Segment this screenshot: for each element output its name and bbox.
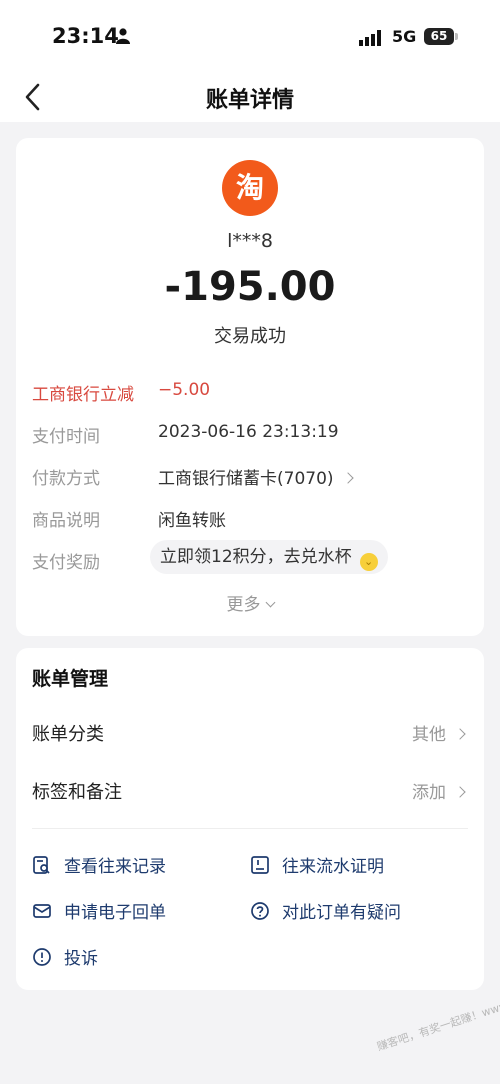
payment-method-value[interactable]: 工商银行储蓄卡(7070)	[158, 464, 354, 489]
tags-row[interactable]: 标签和备注 添加	[32, 778, 468, 810]
category-text: 其他	[412, 725, 446, 745]
amount: -195.00	[164, 264, 336, 310]
e-receipt-label: 申请电子回单	[64, 903, 166, 923]
discount-value: −5.00	[158, 380, 211, 400]
product-desc-value: 闲鱼转账	[158, 511, 226, 531]
order-question-label: 对此订单有疑问	[282, 903, 401, 923]
payment-method-text: 工商银行储蓄卡(7070)	[158, 469, 334, 489]
tags-value[interactable]: 添加	[412, 778, 466, 803]
chevron-right-icon	[454, 786, 466, 798]
taobao-logo-icon: 淘	[222, 160, 278, 216]
reward-button[interactable]: 立即领12积分，去兑水杯 ⌄	[150, 540, 388, 574]
chevron-right-icon	[341, 472, 354, 484]
more-button[interactable]: 更多	[16, 590, 484, 615]
reward-row: 支付奖励 立即领12积分，去兑水杯 ⌄	[32, 540, 468, 578]
category-label: 账单分类	[32, 724, 104, 745]
merchant-name: l***8	[227, 230, 273, 252]
category-row[interactable]: 账单分类 其他	[32, 720, 468, 752]
section-title: 账单管理	[32, 668, 109, 690]
reward-text: 立即领12积分，去兑水杯	[160, 547, 352, 567]
person-icon	[116, 28, 130, 44]
reward-label: 支付奖励	[32, 553, 100, 573]
discount-row: 工商银行立减 −5.00	[32, 380, 468, 410]
payment-method-label: 付款方式	[32, 469, 100, 489]
divider	[32, 828, 468, 829]
question-icon	[251, 902, 269, 920]
page-title: 账单详情	[205, 88, 294, 113]
complaint-label: 投诉	[64, 949, 98, 969]
product-desc-row: 商品说明 闲鱼转账	[32, 506, 468, 536]
record-search-icon	[33, 856, 50, 874]
pay-time-label: 支付时间	[32, 427, 100, 447]
product-desc-label: 商品说明	[32, 511, 100, 531]
bill-management-card: 账单管理 账单分类 其他 标签和备注 添加 查看往来记录 往来流水证明 申请电子…	[16, 648, 484, 990]
statement-proof-label: 往来流水证明	[282, 857, 384, 877]
more-label: 更多	[226, 595, 261, 615]
tags-label: 标签和备注	[32, 782, 122, 803]
payment-method-row[interactable]: 付款方式 工商银行储蓄卡(7070)	[32, 464, 468, 494]
chevron-right-icon	[454, 728, 466, 740]
statement-icon	[251, 856, 269, 874]
pay-time-value: 2023-06-16 23:13:19	[158, 422, 339, 442]
pay-time-row: 支付时间 2023-06-16 23:13:19	[32, 422, 468, 452]
view-records-label: 查看往来记录	[64, 857, 166, 877]
network-label: 5G	[392, 27, 417, 46]
transaction-status: 交易成功	[214, 326, 286, 347]
discount-label: 工商银行立减	[32, 385, 134, 405]
signal-icon	[359, 30, 381, 46]
status-time: 23:14	[52, 24, 119, 48]
nav-bar: 账单详情	[0, 72, 500, 122]
tags-text: 添加	[412, 783, 446, 803]
mail-icon	[33, 904, 51, 918]
category-value[interactable]: 其他	[412, 720, 466, 745]
chevron-down-icon	[265, 597, 275, 608]
alert-icon	[33, 948, 51, 966]
battery-icon: 65	[424, 28, 458, 45]
bill-summary-card: 淘 l***8 -195.00 交易成功 工商银行立减 −5.00 支付时间 2…	[16, 138, 484, 636]
coin-icon: ⌄	[359, 553, 378, 571]
status-bar: 23:14 5G 65	[0, 0, 500, 72]
